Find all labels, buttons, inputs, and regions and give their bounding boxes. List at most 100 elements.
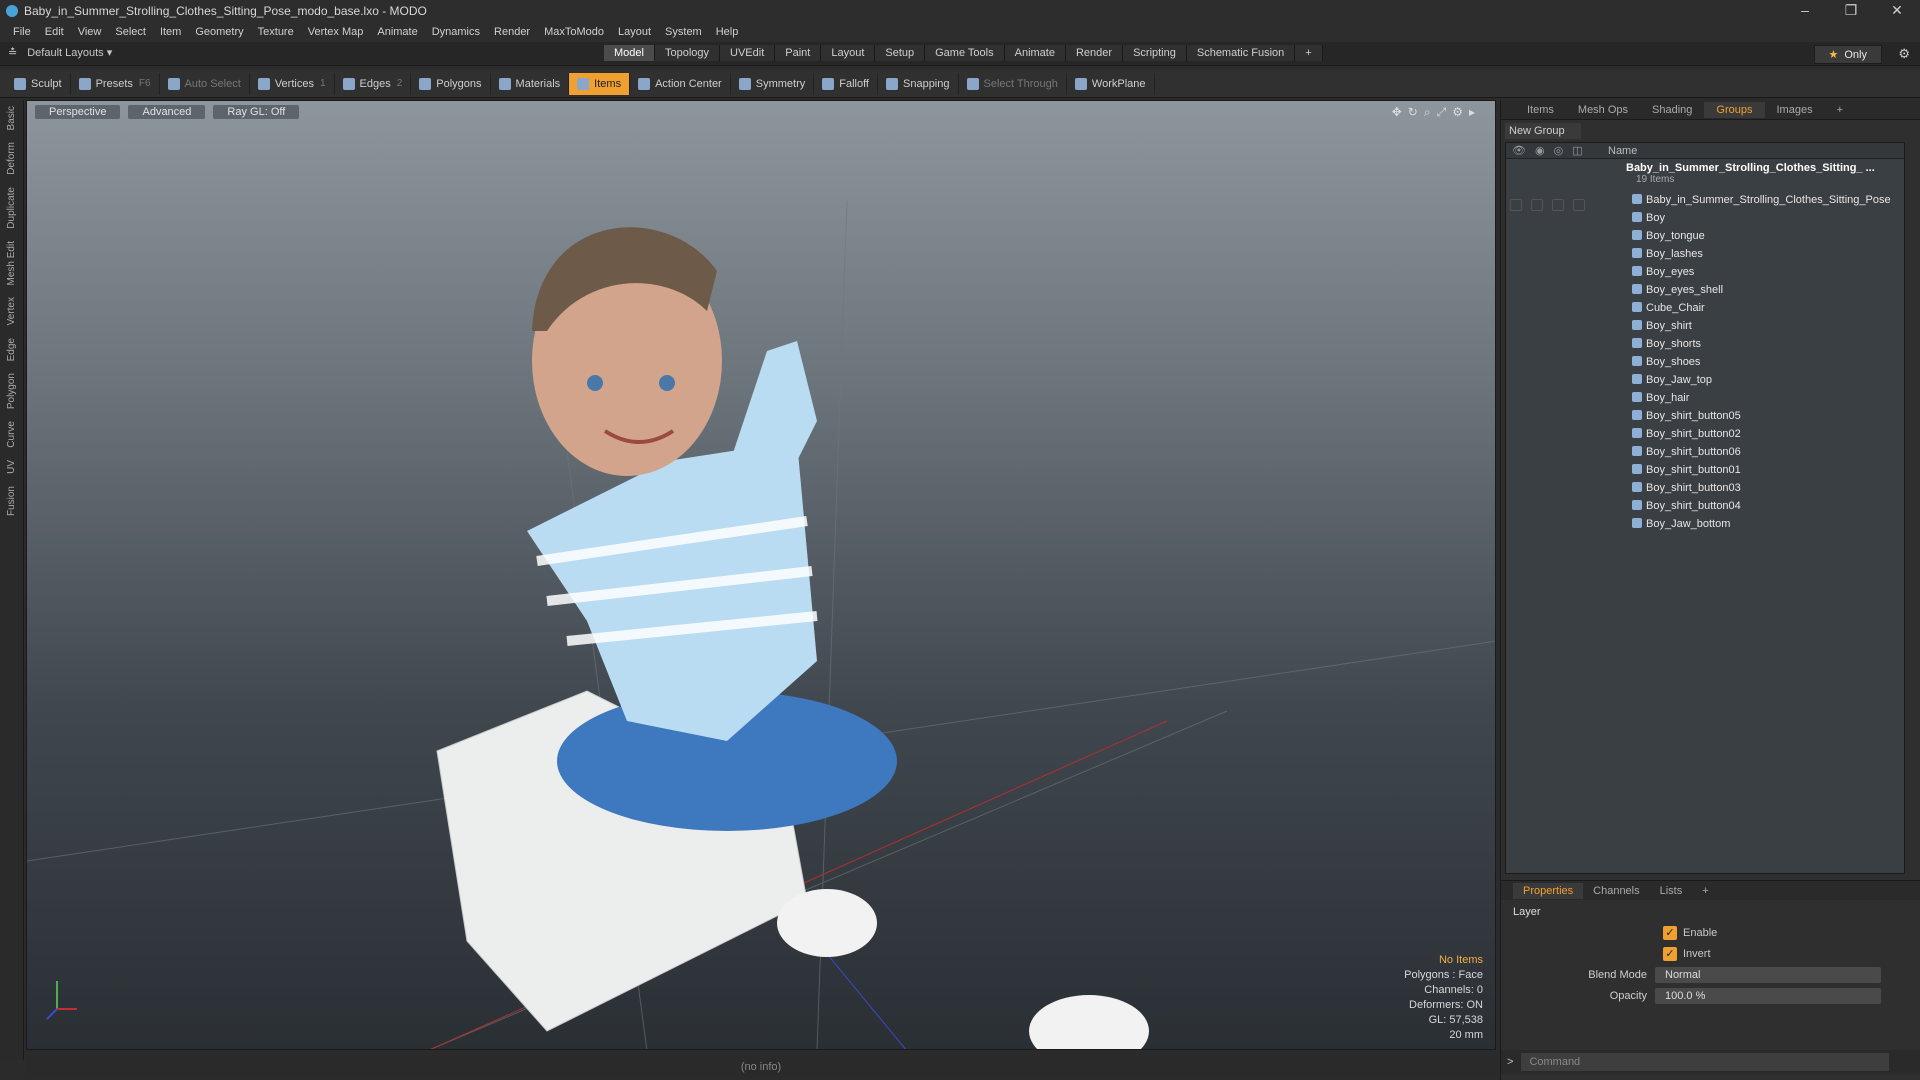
new-group-button[interactable]: New Group	[1505, 123, 1581, 139]
menu-item[interactable]: Item	[153, 26, 188, 38]
list-item[interactable]: Boy_shirt_button05	[1506, 407, 1904, 425]
list-item[interactable]: Boy_Jaw_top	[1506, 371, 1904, 389]
tab-animate[interactable]: Animate	[1004, 45, 1066, 61]
tab-properties[interactable]: Properties	[1513, 882, 1584, 899]
select-through-button[interactable]: Select Through	[959, 72, 1067, 95]
group-root-row[interactable]: Baby_in_Summer_Strolling_Clothes_Sitting…	[1506, 159, 1904, 191]
tab-uvedit[interactable]: UVEdit	[720, 45, 776, 61]
tab-images[interactable]: Images	[1765, 102, 1825, 118]
tab-model[interactable]: Model	[604, 45, 655, 61]
tab-render[interactable]: Render	[1065, 45, 1124, 61]
menu-edit[interactable]: Edit	[38, 26, 71, 38]
tab-layout[interactable]: Layout	[821, 45, 876, 61]
edges-button[interactable]: Edges 2	[335, 72, 412, 95]
list-item[interactable]: Boy_tongue	[1506, 227, 1904, 245]
tab-mesh-ops[interactable]: Mesh Ops	[1566, 102, 1640, 118]
layout-dropdown[interactable]: Default Layouts ▾	[27, 46, 112, 59]
list-item[interactable]: Boy_shirt_button02	[1506, 425, 1904, 443]
minimize-icon[interactable]: –	[1782, 0, 1828, 22]
falloff-button[interactable]: Falloff	[814, 72, 878, 95]
list-item[interactable]: Boy_shirt_button04	[1506, 497, 1904, 515]
layout-toggle-icon[interactable]: ≛	[8, 46, 17, 59]
gear-icon[interactable]: ⚙	[1898, 46, 1910, 62]
tab-groups[interactable]: Groups	[1704, 101, 1765, 118]
left-tab-polygon[interactable]: Polygon	[6, 367, 17, 415]
root-lock-toggle[interactable]	[1552, 199, 1564, 211]
menu-vertex-map[interactable]: Vertex Map	[301, 26, 371, 38]
sculpt-button[interactable]: Sculpt	[6, 72, 71, 95]
command-input[interactable]: Command	[1521, 1053, 1890, 1071]
menu-dynamics[interactable]: Dynamics	[425, 26, 487, 38]
left-tab-vertex[interactable]: Vertex	[6, 291, 17, 331]
lock-column-icon[interactable]: ◎	[1554, 144, 1564, 157]
list-item[interactable]: Boy_shorts	[1506, 335, 1904, 353]
root-visibility-toggle[interactable]	[1510, 199, 1522, 211]
left-tab-edge[interactable]: Edge	[6, 332, 17, 367]
root-render-toggle[interactable]	[1531, 199, 1543, 211]
3d-viewport[interactable]: Perspective Advanced Ray GL: Off ✥ ↻ ⌕ ⤢…	[26, 100, 1496, 1050]
only-button[interactable]: ★ Only	[1813, 45, 1882, 64]
opacity-field[interactable]: 100.0 %	[1655, 988, 1881, 1004]
enable-checkbox[interactable]: ✓	[1663, 926, 1677, 940]
name-column-header[interactable]: Name	[1596, 145, 1637, 157]
list-item[interactable]: Boy_shirt	[1506, 317, 1904, 335]
menu-select[interactable]: Select	[108, 26, 153, 38]
list-item[interactable]: Boy_shirt_button01	[1506, 461, 1904, 479]
left-tab-uv[interactable]: UV	[6, 454, 17, 480]
root-select-toggle[interactable]	[1573, 199, 1585, 211]
left-tab-deform[interactable]: Deform	[6, 136, 17, 181]
tab-channels[interactable]: Channels	[1583, 883, 1649, 899]
menu-system[interactable]: System	[658, 26, 709, 38]
menu-file[interactable]: File	[6, 26, 38, 38]
add-prop-tab-icon[interactable]: +	[1692, 883, 1718, 899]
menu-maxtomodo[interactable]: MaxToModo	[537, 26, 611, 38]
tab-schematic-fusion[interactable]: Schematic Fusion	[1186, 45, 1296, 61]
list-item[interactable]: Boy_hair	[1506, 389, 1904, 407]
polygons-button[interactable]: Polygons	[411, 72, 491, 95]
close-icon[interactable]: ✕	[1874, 0, 1920, 22]
menu-texture[interactable]: Texture	[251, 26, 301, 38]
maximize-icon[interactable]: ❐	[1828, 0, 1874, 22]
list-item[interactable]: Boy_shoes	[1506, 353, 1904, 371]
menu-render[interactable]: Render	[487, 26, 537, 38]
tab-paint[interactable]: Paint	[775, 45, 822, 61]
add-tab-icon[interactable]: +	[1295, 45, 1323, 61]
left-tab-curve[interactable]: Curve	[6, 415, 17, 454]
tab-game-tools[interactable]: Game Tools	[925, 45, 1005, 61]
list-item[interactable]: Boy_Jaw_bottom	[1506, 515, 1904, 533]
tab-scripting[interactable]: Scripting	[1123, 45, 1187, 61]
left-tab-mesh-edit[interactable]: Mesh Edit	[6, 235, 17, 291]
visibility-column-icon[interactable]: 👁	[1512, 144, 1526, 157]
blend-mode-select[interactable]: Normal	[1655, 967, 1881, 983]
list-item[interactable]: Cube_Chair	[1506, 299, 1904, 317]
vertices-button[interactable]: Vertices 1	[250, 72, 335, 95]
tab-items[interactable]: Items	[1515, 102, 1566, 118]
auto-select-button[interactable]: Auto Select	[160, 72, 250, 95]
list-item[interactable]: Boy_shirt_button03	[1506, 479, 1904, 497]
list-item[interactable]: Boy_shirt_button06	[1506, 443, 1904, 461]
left-tab-duplicate[interactable]: Duplicate	[6, 181, 17, 235]
menu-layout[interactable]: Layout	[611, 26, 658, 38]
presets-button[interactable]: Presets F6	[71, 72, 160, 95]
add-panel-tab-icon[interactable]: +	[1825, 102, 1855, 118]
action-center-button[interactable]: Action Center	[630, 72, 731, 95]
tab-shading[interactable]: Shading	[1640, 102, 1704, 118]
symmetry-button[interactable]: Symmetry	[731, 72, 815, 95]
tab-setup[interactable]: Setup	[875, 45, 926, 61]
menu-animate[interactable]: Animate	[370, 26, 424, 38]
workplane-button[interactable]: WorkPlane	[1067, 72, 1155, 95]
snapping-button[interactable]: Snapping	[878, 72, 959, 95]
select-column-icon[interactable]: ◫	[1572, 144, 1582, 157]
list-item[interactable]: Boy_eyes	[1506, 263, 1904, 281]
list-item[interactable]: Boy	[1506, 209, 1904, 227]
menu-view[interactable]: View	[71, 26, 109, 38]
items-button[interactable]: Items	[569, 72, 631, 95]
list-item[interactable]: Boy_lashes	[1506, 245, 1904, 263]
left-tab-basic[interactable]: Basic	[6, 100, 17, 136]
render-column-icon[interactable]: ◉	[1535, 144, 1545, 157]
menu-help[interactable]: Help	[709, 26, 746, 38]
list-item[interactable]: Boy_eyes_shell	[1506, 281, 1904, 299]
tab-lists[interactable]: Lists	[1650, 883, 1693, 899]
menu-geometry[interactable]: Geometry	[188, 26, 250, 38]
invert-checkbox[interactable]: ✓	[1663, 947, 1677, 961]
